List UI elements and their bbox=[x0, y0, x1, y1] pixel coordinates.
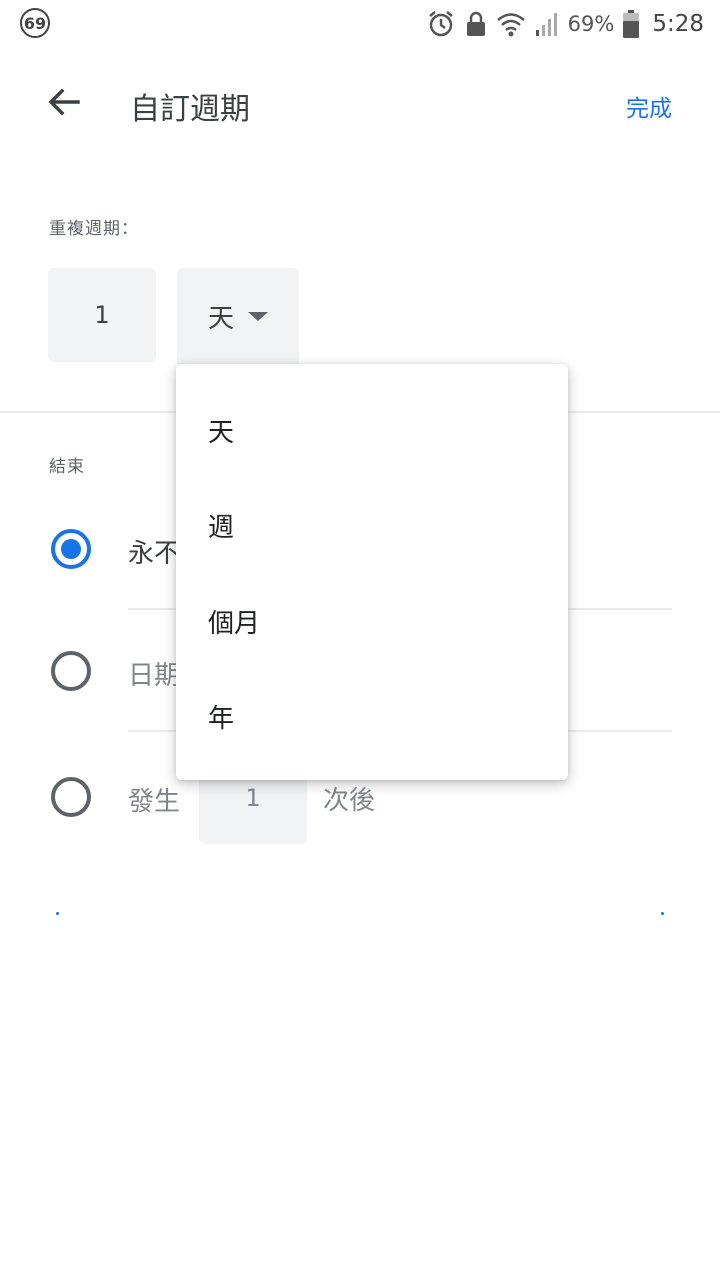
option-never-label: 永不 bbox=[128, 539, 181, 569]
done-button[interactable]: 完成 bbox=[626, 89, 672, 123]
alarm-icon bbox=[426, 9, 456, 39]
wifi-icon bbox=[496, 10, 526, 38]
status-bar: 69 69% 5:28 bbox=[0, 0, 720, 50]
app-bar: 自訂週期 完成 bbox=[0, 62, 720, 146]
end-label: 結束 bbox=[49, 457, 85, 477]
back-button[interactable] bbox=[40, 82, 88, 126]
decorative-dot bbox=[661, 912, 664, 915]
unit-selected-label: 天 bbox=[207, 303, 234, 334]
notification-count-badge: 69 bbox=[20, 8, 50, 38]
unit-dropdown-menu: 天 週 個月 年 bbox=[176, 364, 568, 780]
menu-item-month[interactable]: 個月 bbox=[176, 573, 568, 669]
menu-item-year[interactable]: 年 bbox=[176, 668, 568, 764]
battery-icon bbox=[622, 9, 640, 39]
battery-percent: 69% bbox=[567, 12, 615, 36]
menu-item-week[interactable]: 週 bbox=[176, 477, 568, 573]
radio-never[interactable] bbox=[51, 529, 91, 569]
signal-icon bbox=[534, 10, 560, 38]
option-date-label: 日期 bbox=[128, 661, 181, 691]
repeat-label: 重複週期： bbox=[49, 219, 139, 239]
option-occurrences-label: 發生 bbox=[128, 787, 181, 817]
page-title: 自訂週期 bbox=[130, 92, 250, 127]
lock-icon bbox=[464, 10, 488, 38]
menu-item-day[interactable]: 天 bbox=[176, 382, 568, 478]
interval-input[interactable]: 1 bbox=[48, 268, 156, 362]
decorative-dot bbox=[56, 912, 59, 915]
occurrences-suffix: 次後 bbox=[323, 786, 376, 816]
radio-occurrences[interactable] bbox=[51, 777, 91, 817]
chevron-down-icon bbox=[248, 311, 268, 321]
arrow-back-icon bbox=[46, 84, 82, 124]
unit-dropdown[interactable]: 天 bbox=[177, 268, 299, 364]
clock: 5:28 bbox=[652, 11, 704, 37]
radio-date[interactable] bbox=[51, 651, 91, 691]
status-icons: 69% 5:28 bbox=[426, 6, 704, 42]
